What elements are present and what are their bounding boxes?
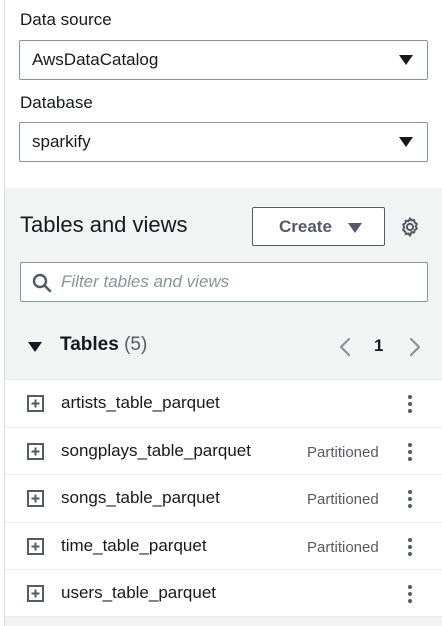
vertical-ellipsis-icon[interactable] (402, 441, 418, 463)
chevron-right-icon[interactable] (406, 336, 424, 358)
search-icon (32, 273, 52, 293)
gear-icon[interactable] (399, 216, 421, 238)
table-row: artists_table_parquet (5, 379, 442, 427)
data-source-value: AwsDataCatalog (32, 50, 159, 69)
filter-field[interactable] (20, 262, 428, 302)
table-name[interactable]: songs_table_parquet (61, 488, 220, 508)
database-value: sparkify (32, 132, 91, 151)
filter-input[interactable] (61, 269, 421, 295)
create-button[interactable]: Create (252, 207, 385, 246)
vertical-ellipsis-icon[interactable] (402, 488, 418, 510)
vertical-ellipsis-icon[interactable] (402, 536, 418, 558)
database-select[interactable]: sparkify (19, 122, 428, 162)
data-source-select[interactable]: AwsDataCatalog (19, 40, 428, 80)
table-name[interactable]: artists_table_parquet (61, 393, 220, 413)
create-button-label: Create (279, 217, 332, 236)
data-source-label: Data source (20, 10, 112, 29)
caret-down-icon (348, 223, 362, 233)
tables-heading: Tables (5) (60, 334, 147, 356)
plus-square-icon[interactable] (27, 585, 44, 602)
partitioned-badge: Partitioned (307, 491, 379, 508)
plus-square-icon[interactable] (27, 395, 44, 412)
table-row: time_table_parquet Partitioned (5, 521, 442, 569)
caret-down-icon (399, 55, 413, 65)
table-name[interactable]: songplays_table_parquet (61, 441, 251, 461)
tables-and-views-title: Tables and views (20, 212, 188, 237)
pagination-current-page[interactable]: 1 (374, 336, 383, 356)
table-row: songplays_table_parquet Partitioned (5, 426, 442, 474)
database-label: Database (20, 93, 93, 112)
table-name[interactable]: users_table_parquet (61, 583, 216, 603)
chevron-left-icon[interactable] (336, 336, 354, 358)
vertical-ellipsis-icon[interactable] (402, 393, 418, 415)
partitioned-badge: Partitioned (307, 443, 379, 461)
caret-down-icon (399, 137, 413, 147)
plus-square-icon[interactable] (27, 490, 44, 507)
partitioned-badge: Partitioned (307, 538, 379, 556)
plus-square-icon[interactable] (27, 537, 44, 555)
tables-section-header: Tables (5) 1 (20, 332, 430, 362)
table-name[interactable]: time_table_parquet (61, 536, 207, 556)
caret-down-icon[interactable] (28, 342, 42, 352)
tables-count: (5) (124, 334, 148, 355)
table-row: users_table_parquet (5, 569, 442, 617)
tables-title: Tables (60, 334, 119, 355)
table-row: songs_table_parquet Partitioned (5, 474, 442, 522)
plus-square-icon[interactable] (27, 442, 44, 460)
tables-list: artists_table_parquet songplays_table_pa… (5, 379, 442, 617)
vertical-ellipsis-icon[interactable] (402, 583, 418, 605)
